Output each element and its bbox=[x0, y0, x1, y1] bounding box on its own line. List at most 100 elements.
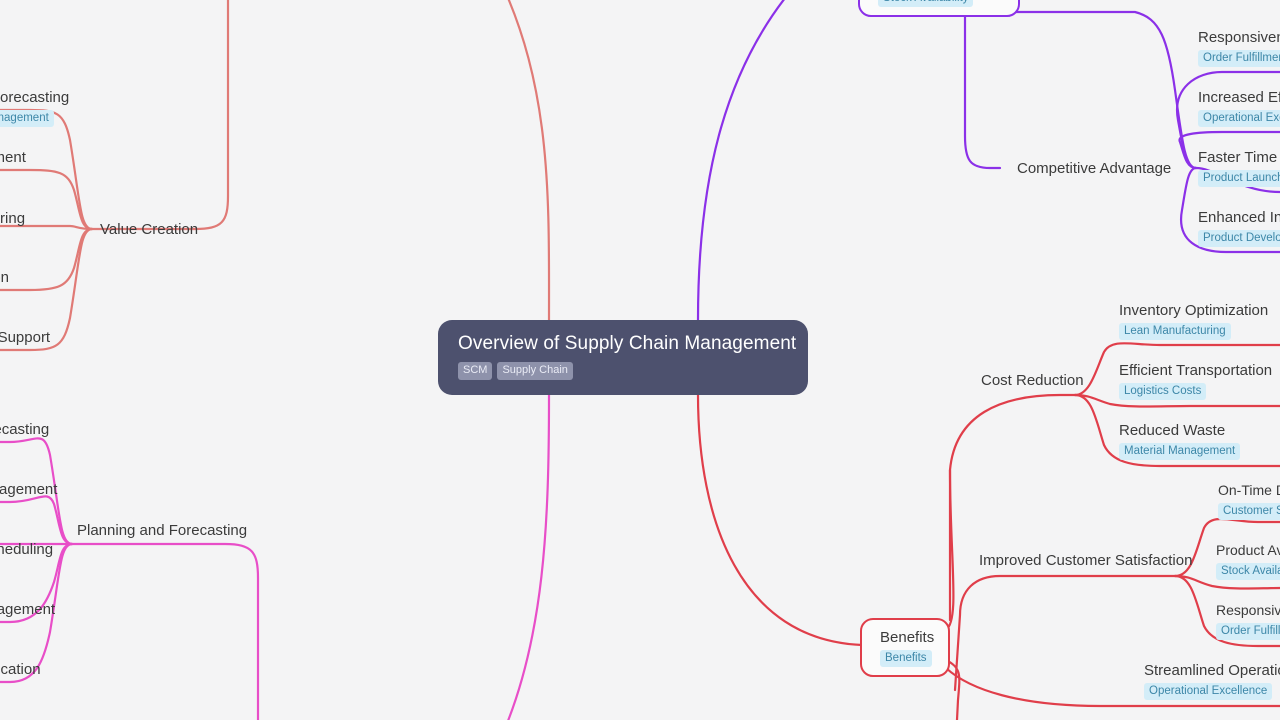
edge-vc-child-3 bbox=[0, 227, 94, 292]
node-pf-demand-forecasting[interactable]: Demand Forecasting bbox=[0, 420, 49, 439]
node-label: Enhanced Innovation bbox=[1198, 209, 1280, 226]
tag: Product Development bbox=[1198, 230, 1280, 247]
tag: Stock Availability bbox=[878, 0, 974, 7]
root-tag: SCM bbox=[458, 362, 493, 380]
node-inventory-management[interactable]: Inventory Management bbox=[0, 480, 57, 499]
node-tags: Benefits bbox=[880, 650, 934, 667]
node-ca-responsiveness[interactable]: Responsiveness Order Fulfillment bbox=[1198, 28, 1280, 67]
node-ca-product-availability[interactable]: Product Availability Stock Availability bbox=[858, 0, 1020, 17]
node-increased-efficiency[interactable]: Increased Efficiency Operational Excelle… bbox=[1198, 88, 1280, 127]
node-faster-time-to-market[interactable]: Faster Time to Market Product Launch bbox=[1198, 148, 1280, 187]
tag: Product Launch bbox=[1198, 170, 1280, 187]
node-label: Resource Allocation bbox=[0, 661, 41, 678]
node-label: Inventory Management bbox=[0, 481, 58, 498]
edge-cr-spine bbox=[948, 393, 1077, 622]
node-label: Manufacturing bbox=[0, 210, 26, 227]
tag: Logistics Costs bbox=[1119, 383, 1207, 400]
node-tags: Order Fulfillment bbox=[1198, 50, 1280, 67]
node-label: Cost Reduction bbox=[981, 372, 1084, 389]
tag: Order Fulfillment bbox=[1216, 623, 1280, 640]
node-ics-product-availability[interactable]: Product Availability Stock Availability bbox=[1216, 541, 1280, 580]
node-production-scheduling[interactable]: Production Scheduling Manufacturing bbox=[0, 540, 53, 579]
node-enhanced-innovation[interactable]: Enhanced Innovation Product Development bbox=[1198, 208, 1280, 247]
node-demand-forecasting[interactable]: Demand Forecasting Demand Management bbox=[0, 88, 69, 127]
root-tag: Supply Chain bbox=[497, 362, 573, 380]
node-reduced-waste[interactable]: Reduced Waste Material Management bbox=[1119, 421, 1241, 460]
tag: Operational Excellence bbox=[1198, 110, 1280, 127]
node-label: Inventory Optimization bbox=[1119, 302, 1269, 319]
edge-root-planning bbox=[507, 393, 551, 720]
node-on-time-delivery[interactable]: On-Time Delivery Customer Service bbox=[1218, 481, 1280, 520]
node-distribution[interactable]: Distribution bbox=[0, 268, 9, 287]
node-tags: Operational Excellence bbox=[1198, 110, 1280, 127]
node-manufacturing[interactable]: Manufacturing bbox=[0, 209, 25, 228]
node-tags: Stock Availability bbox=[878, 0, 1004, 7]
edge-benefits-to-cost-reduction bbox=[944, 468, 955, 632]
tag: Lean Manufacturing bbox=[1119, 323, 1231, 340]
node-label: Capacity Management bbox=[0, 601, 56, 618]
tag: Demand Management bbox=[0, 110, 54, 127]
node-label: Distribution bbox=[0, 269, 10, 286]
node-tags: Lean Manufacturing bbox=[1119, 323, 1268, 340]
tag: Benefits bbox=[880, 650, 932, 667]
root-node[interactable]: Overview of Supply Chain Management SCM … bbox=[438, 320, 808, 395]
node-customer-service-and-support[interactable]: Customer Service and Support bbox=[0, 328, 50, 347]
node-ics-responsiveness[interactable]: Responsiveness Order Fulfillment bbox=[1216, 601, 1280, 640]
node-label: Demand Forecasting bbox=[0, 421, 50, 438]
node-label: Competitive Advantage bbox=[1017, 160, 1172, 177]
node-value-creation[interactable]: Value Creation bbox=[100, 220, 198, 239]
node-label: Production Scheduling bbox=[0, 541, 54, 558]
node-benefits[interactable]: Benefits Benefits bbox=[860, 618, 951, 677]
edge-root-competitive-advantage bbox=[696, 0, 786, 322]
node-label: Reduced Waste bbox=[1119, 422, 1226, 439]
node-efficient-transportation[interactable]: Efficient Transportation Logistics Costs bbox=[1119, 361, 1272, 400]
root-tags: SCM Supply Chain bbox=[458, 362, 788, 380]
node-label: Responsiveness bbox=[1198, 29, 1280, 46]
node-tags: Stock Availability bbox=[1216, 563, 1280, 580]
node-planning-and-forecasting[interactable]: Planning and Forecasting bbox=[77, 521, 247, 540]
edge-pf-child-1 bbox=[0, 495, 74, 546]
tag: Operational Excellence bbox=[1144, 683, 1273, 700]
edge-root-benefits bbox=[696, 393, 864, 647]
node-label: Streamlined Operations bbox=[1144, 662, 1280, 679]
node-label: Increased Efficiency bbox=[1198, 89, 1280, 106]
tag: Order Fulfillment bbox=[1198, 50, 1280, 67]
node-tags: Material Management bbox=[1119, 443, 1241, 460]
mindmap-canvas: Overview of Supply Chain Management SCM … bbox=[0, 0, 1280, 720]
node-label: Value Creation bbox=[100, 221, 199, 238]
node-label: On-Time Delivery bbox=[1218, 482, 1280, 498]
node-label: Procurement bbox=[0, 149, 26, 166]
node-label: Planning and Forecasting bbox=[77, 522, 248, 539]
node-tags: Logistics Costs bbox=[1119, 383, 1272, 400]
edge-planning-spine bbox=[70, 542, 260, 720]
node-tags: Customer Service bbox=[1218, 503, 1280, 520]
node-label: Demand Forecasting bbox=[0, 89, 70, 106]
tag: Stock Availability bbox=[1216, 563, 1280, 580]
node-tags: Product Development bbox=[1198, 230, 1280, 247]
node-label: Faster Time to Market bbox=[1198, 149, 1280, 166]
node-tags: Demand Management bbox=[0, 110, 69, 127]
edge-ca-spine bbox=[963, 0, 1002, 170]
tag: Material Management bbox=[1119, 443, 1241, 460]
node-cost-reduction[interactable]: Cost Reduction bbox=[981, 371, 1084, 390]
node-inventory-optimization[interactable]: Inventory Optimization Lean Manufacturin… bbox=[1119, 301, 1268, 340]
node-label: Improved Customer Satisfaction bbox=[979, 552, 1193, 569]
edge-ca-child-0 bbox=[998, 10, 1198, 170]
node-procurement[interactable]: Procurement bbox=[0, 148, 26, 167]
node-tags: Product Launch bbox=[1198, 170, 1280, 187]
node-label: Product Availability bbox=[1216, 542, 1280, 558]
node-tags: Manufacturing bbox=[0, 562, 53, 579]
node-tags: Order Fulfillment bbox=[1216, 623, 1280, 640]
tag: Customer Service bbox=[1218, 503, 1280, 520]
node-label: Efficient Transportation bbox=[1119, 362, 1273, 379]
node-improved-customer-satisfaction[interactable]: Improved Customer Satisfaction bbox=[979, 551, 1192, 570]
node-capacity-management[interactable]: Capacity Management bbox=[0, 600, 55, 619]
node-tags: Operational Excellence bbox=[1144, 683, 1280, 700]
edge-root-value-creation bbox=[507, 0, 551, 322]
node-label: Benefits bbox=[880, 629, 935, 646]
node-label: Responsiveness bbox=[1216, 602, 1280, 618]
node-streamlined-operations[interactable]: Streamlined Operations Operational Excel… bbox=[1144, 661, 1280, 700]
node-competitive-advantage[interactable]: Competitive Advantage bbox=[1017, 159, 1171, 178]
node-label: Customer Service and Support bbox=[0, 329, 51, 346]
node-resource-allocation[interactable]: Resource Allocation bbox=[0, 660, 41, 679]
